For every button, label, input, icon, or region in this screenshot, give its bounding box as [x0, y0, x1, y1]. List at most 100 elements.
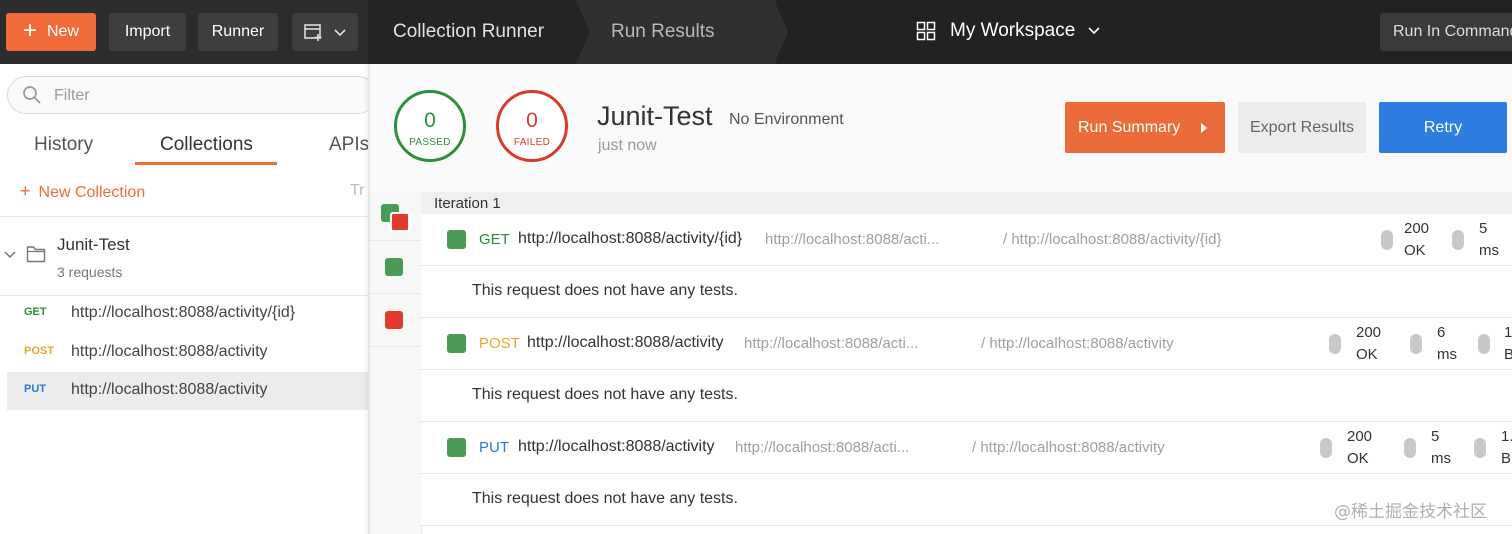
status-metric: 200 OK [1356, 322, 1381, 366]
new-button-label: New [47, 23, 80, 40]
sidebar: History Collections APIs +New Collection… [0, 64, 377, 534]
result-row-put[interactable]: PUT http://localhost:8088/activity http:… [421, 422, 1512, 474]
status-code: 200 [1347, 428, 1373, 445]
size-unit: B [1501, 450, 1512, 467]
status-code: 200 [1356, 324, 1382, 341]
request-url: http://localhost:8088/activity [527, 334, 724, 351]
rail-iteration-status[interactable] [368, 192, 421, 241]
size-metric: 1. B [1501, 426, 1512, 470]
method-label: PUT [479, 439, 509, 456]
passed-label: PASSED [409, 137, 451, 148]
collection-name: Junit-Test [57, 235, 130, 254]
new-window-button[interactable] [292, 13, 358, 51]
search-icon [23, 86, 41, 104]
breadcrumb-separator-icon [768, 0, 788, 64]
iteration-label: Iteration 1 [434, 195, 501, 212]
time-metric: 6 ms [1437, 322, 1457, 366]
request-path: / http://localhost:8088/activity/{id} [1003, 231, 1222, 248]
time-metric: 5 ms [1479, 218, 1499, 262]
time-value: 6 [1437, 324, 1446, 341]
request-item-get[interactable]: GET http://localhost:8088/activity/{id} [0, 295, 368, 333]
filter-box [7, 76, 377, 114]
rail-passed-filter[interactable] [368, 240, 421, 294]
main-toolbar: + New Import Runner [0, 0, 368, 64]
time-value: 5 [1479, 220, 1488, 237]
time-metric: 5 ms [1431, 426, 1451, 470]
run-collection-name: Junit-Test [597, 101, 713, 131]
size-indicator [1478, 334, 1490, 354]
status-indicator [1381, 230, 1393, 250]
new-button[interactable]: + New [6, 13, 96, 51]
new-collection-label: New Collection [38, 184, 146, 201]
breadcrumb-run-results[interactable]: Run Results [611, 21, 715, 43]
grid-icon [916, 21, 936, 41]
request-url: http://localhost:8088/activity [71, 343, 268, 360]
status-metric: 200 OK [1404, 218, 1429, 262]
run-in-command-button[interactable]: Run In Command [1380, 13, 1512, 51]
size-metric: 1 B [1504, 322, 1512, 366]
method-badge: GET [24, 306, 47, 318]
new-collection-button[interactable]: + New Collection [20, 181, 145, 202]
run-environment: No Environment [729, 111, 844, 128]
trash-link[interactable]: Tr [350, 182, 365, 200]
method-label: POST [479, 335, 520, 352]
workspace-name: My Workspace [950, 20, 1076, 41]
status-indicator [1329, 334, 1341, 354]
request-item-post[interactable]: POST http://localhost:8088/activity [0, 334, 368, 372]
filter-input[interactable] [52, 83, 356, 109]
request-path: / http://localhost:8088/activity [972, 439, 1165, 456]
breadcrumb-separator-icon [572, 0, 590, 64]
time-unit: ms [1479, 242, 1499, 259]
method-badge: POST [24, 345, 54, 357]
status-indicator [1320, 438, 1332, 458]
status-text: OK [1356, 346, 1378, 363]
time-indicator [1410, 334, 1422, 354]
retry-button[interactable]: Retry [1379, 102, 1507, 153]
iteration-header: Iteration 1 [421, 192, 1512, 214]
result-row-get[interactable]: GET http://localhost:8088/activity/{id} … [421, 214, 1512, 266]
tab-collections[interactable]: Collections [160, 134, 253, 156]
request-item-put[interactable]: PUT http://localhost:8088/activity [7, 372, 368, 410]
request-path: / http://localhost:8088/activity [981, 335, 1174, 352]
pass-status-icon [447, 230, 466, 249]
breadcrumb-collection-runner[interactable]: Collection Runner [393, 21, 544, 43]
export-results-button[interactable]: Export Results [1238, 102, 1366, 153]
status-metric: 200 OK [1347, 426, 1372, 470]
iteration-status-rail [368, 192, 422, 534]
pass-status-icon [447, 438, 466, 457]
no-tests-message: This request does not have any tests. [472, 386, 738, 403]
plus-icon: + [22, 17, 37, 44]
tab-history[interactable]: History [34, 134, 93, 156]
status-code: 200 [1404, 220, 1430, 237]
caret-right-icon [1201, 123, 1207, 133]
size-unit: B [1504, 346, 1512, 363]
run-results-panel: 0 PASSED 0 FAILED Junit-Test No Environm… [368, 64, 1512, 534]
workspace-switcher[interactable]: My Workspace [916, 20, 1101, 42]
time-indicator [1452, 230, 1464, 250]
import-button[interactable]: Import [109, 13, 186, 51]
chevron-down-icon [334, 29, 346, 37]
method-badge: PUT [24, 383, 46, 395]
method-label: GET [479, 231, 510, 248]
result-row-post[interactable]: POST http://localhost:8088/activity http… [421, 318, 1512, 370]
passed-counter: 0 PASSED [394, 90, 466, 162]
run-summary-label: Run Summary [1078, 118, 1181, 136]
no-tests-message: This request does not have any tests. [472, 282, 738, 299]
tests-row: This request does not have any tests. [421, 370, 1512, 422]
request-url: http://localhost:8088/activity [518, 438, 715, 455]
status-text: OK [1347, 450, 1369, 467]
collection-item[interactable]: Junit-Test 3 requests [0, 217, 368, 295]
runner-button[interactable]: Runner [198, 13, 278, 51]
run-timestamp: just now [598, 137, 657, 154]
chevron-down-icon[interactable] [3, 250, 17, 260]
status-text: OK [1404, 242, 1426, 259]
run-summary-button[interactable]: Run Summary [1065, 102, 1225, 153]
time-value: 5 [1431, 428, 1440, 445]
fail-status-icon [390, 212, 410, 232]
failed-count: 0 [526, 109, 538, 132]
active-tab-indicator [135, 162, 277, 165]
time-unit: ms [1431, 450, 1451, 467]
request-url-truncated: http://localhost:8088/acti... [765, 231, 940, 248]
rail-failed-filter[interactable] [368, 293, 421, 347]
request-url-truncated: http://localhost:8088/acti... [735, 439, 910, 456]
